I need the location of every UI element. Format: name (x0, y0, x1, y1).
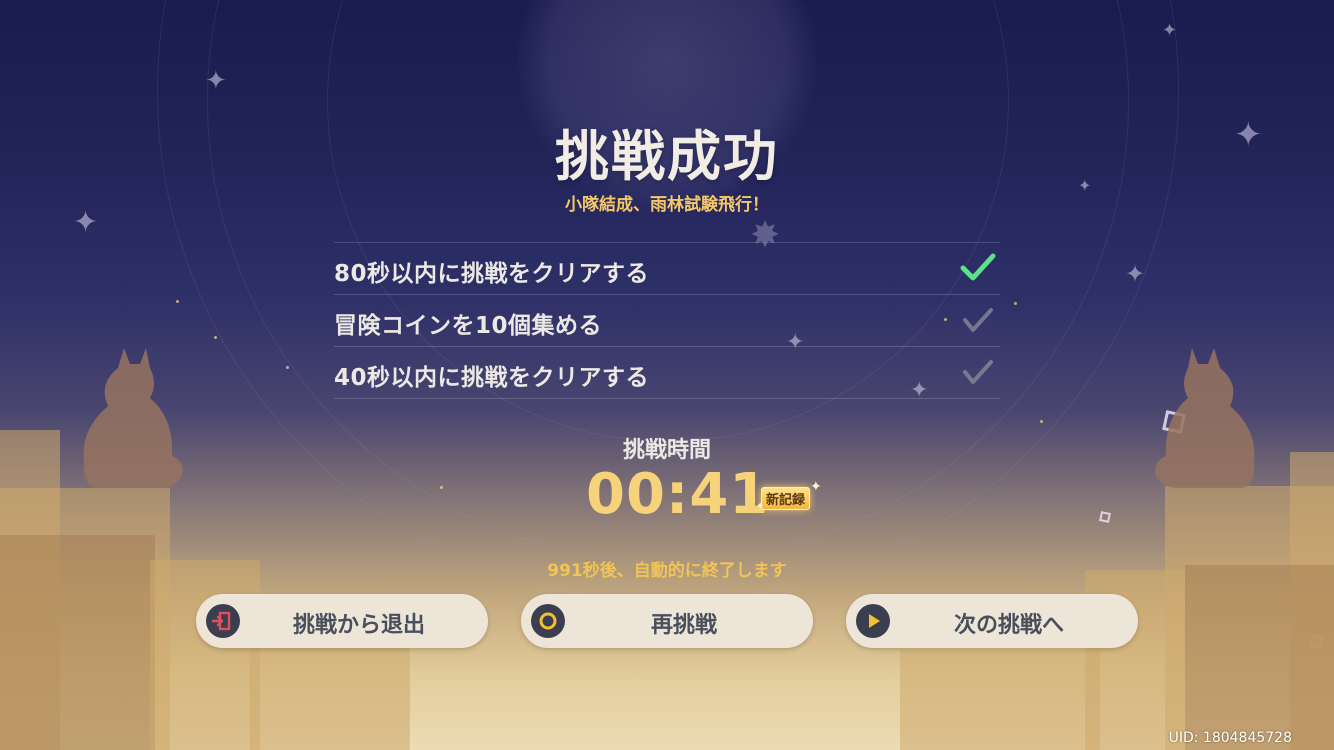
floating-cube-decoration (1099, 511, 1111, 523)
ring-icon (531, 604, 565, 638)
glow-dot (286, 366, 289, 369)
objective-text: 40秒以内に挑戦をクリアする (334, 365, 650, 391)
glow-dot (1014, 302, 1017, 305)
challenge-result-title: 挑戦成功 (555, 125, 779, 188)
check-complete-icon (960, 253, 996, 281)
objective-list: 80秒以内に挑戦をクリアする 冒険コインを10個集める 40秒以内に挑戦をクリア… (334, 242, 1000, 399)
exit-challenge-button[interactable]: 挑戦から退出 (196, 594, 488, 648)
objective-text: 冒険コインを10個集める (334, 313, 603, 339)
objective-item: 冒険コインを10個集める (334, 295, 1000, 347)
sparkle-icon: ✦ (810, 479, 822, 495)
glow-dot (440, 486, 443, 489)
new-record-badge: 新記録 (761, 487, 811, 510)
cat-statue-right (1155, 348, 1255, 489)
retry-button-label: 再挑戦 (650, 613, 717, 638)
challenge-time-value: 00:41 (586, 462, 770, 527)
cat-statue-left (83, 348, 183, 489)
ruin-step (900, 650, 1100, 750)
exit-button-label: 挑戦から退出 (292, 613, 425, 638)
sparkle-icon: ✦ (205, 66, 227, 96)
glow-dot (176, 300, 179, 303)
challenge-time-label: 挑戦時間 (622, 438, 711, 463)
challenge-subtitle: 小隊結成、雨林試験飛行！ (565, 195, 769, 215)
player-uid: UID: 1804845728 (1168, 730, 1292, 746)
next-button-label: 次の挑戦へ (953, 613, 1064, 638)
objective-item: 80秒以内に挑戦をクリアする (334, 243, 1000, 295)
ruin-step (1185, 565, 1334, 750)
play-icon (856, 604, 890, 638)
next-challenge-button[interactable]: 次の挑戦へ (846, 594, 1138, 648)
sparkle-icon: ✦ (1162, 20, 1178, 41)
retry-button[interactable]: 再挑戦 (521, 594, 813, 648)
auto-close-countdown: 991秒後、自動的に終了します (547, 561, 787, 581)
sparkle-icon: ✦ (756, 501, 765, 512)
check-incomplete-icon (963, 360, 993, 384)
glow-dot (214, 336, 217, 339)
objective-text: 80秒以内に挑戦をクリアする (334, 261, 650, 287)
glow-dot (1040, 420, 1043, 423)
exit-door-icon (206, 604, 240, 638)
objective-item: 40秒以内に挑戦をクリアする (334, 347, 1000, 399)
check-incomplete-icon (963, 308, 993, 332)
sparkle-icon: ✦ (1125, 260, 1146, 288)
ruin-step (250, 640, 410, 750)
ruin-step (150, 560, 260, 750)
